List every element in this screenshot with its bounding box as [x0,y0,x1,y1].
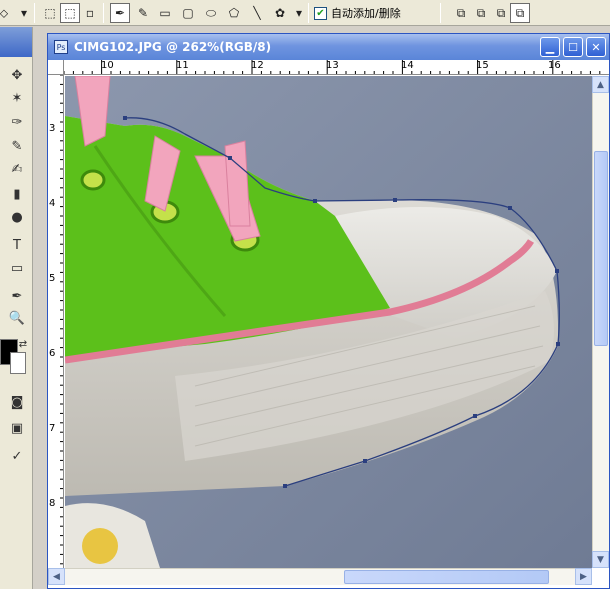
rectangle-shape-icon[interactable]: ▭ [6,257,28,279]
ruler-label: 12 [251,60,264,71]
image-canvas[interactable] [65,76,592,568]
add-to-area-icon[interactable]: ⧉ [451,3,471,23]
options-bar: ⬦ ▾ ⬚ ⬚ ▫ ✒ ✎ ▭ ▢ ⬭ ⬠ ╲ ✿ ▾ ✔ 自动添加/删除 ⧉ … [0,0,610,26]
horizontal-ruler[interactable]: 10 11 12 13 14 15 16 [64,60,609,75]
horizontal-scroll-thumb[interactable] [344,570,549,584]
ruler-label: 4 [49,198,56,209]
brush-icon[interactable]: ✎ [6,135,28,157]
scroll-up-icon[interactable]: ▲ [592,76,609,93]
ruler-label: 6 [49,348,56,359]
ruler-label: 13 [326,60,339,71]
ruler-label: 16 [548,60,561,71]
dropdown-arrow-icon[interactable]: ▾ [14,3,34,23]
ruler-label: 8 [49,498,56,509]
document-title-bar[interactable]: Ps CIMG102.JPG @ 262%(RGB/8) ▁ ☐ ✕ [48,34,609,60]
rectangle-icon[interactable]: ▭ [155,3,175,23]
shape-layers-icon[interactable]: ⬚ [40,3,60,23]
rounded-rectangle-icon[interactable]: ▢ [178,3,198,23]
sneaker-photo [65,76,592,568]
horizontal-scrollbar[interactable]: ◀ ▶ [48,568,592,585]
scroll-down-icon[interactable]: ▼ [592,551,609,568]
scroll-right-icon[interactable]: ▶ [575,568,592,585]
zoom-icon[interactable]: 🔍 [6,307,28,329]
move-tool-icon[interactable]: ✥ [6,64,28,86]
tools-panel: ✥ ✶ ✑ ✎ ✍ ▮ ● T ▭ ✒ 🔍 ⇄ ◙ ▣ ✓ [0,27,33,589]
ruler-label: 11 [176,60,189,71]
gradient-icon[interactable]: ▮ [6,183,28,205]
subtract-area-icon[interactable]: ⧉ [471,3,491,23]
scroll-left-icon[interactable]: ◀ [48,568,65,585]
tools-panel-header [0,27,32,57]
vertical-scrollbar[interactable]: ▲ ▼ [592,76,609,568]
freeform-pen-icon[interactable]: ✎ [133,3,153,23]
paths-icon[interactable]: ⬚ [60,3,80,23]
magic-wand-icon[interactable]: ✶ [6,87,28,109]
background-color-swatch[interactable] [10,352,26,374]
document-window: Ps CIMG102.JPG @ 262%(RGB/8) ▁ ☐ ✕ 10 11… [47,33,610,589]
close-icon[interactable]: ✕ [586,37,606,57]
auto-add-delete-checkbox[interactable]: ✔ 自动添加/删除 [314,5,401,21]
ruler-label: 14 [401,60,414,71]
dropdown-arrow-icon[interactable]: ▾ [289,3,309,23]
ruler-label: 7 [49,423,56,434]
ruler-label: 3 [49,123,56,134]
swap-colors-icon[interactable]: ⇄ [12,333,34,355]
quick-mask-icon[interactable]: ◙ [6,391,28,413]
ruler-label: 15 [476,60,489,71]
minimize-icon[interactable]: ▁ [540,37,560,57]
maximize-icon[interactable]: ☐ [563,37,583,57]
pen-icon[interactable]: ✒ [110,3,130,23]
ellipse-icon[interactable]: ⬭ [201,3,221,23]
history-brush-icon[interactable]: ✍ [6,158,28,180]
ruler-label: 10 [101,60,114,71]
auto-add-delete-label: 自动添加/删除 [331,7,401,20]
ruler-label: 5 [49,273,56,284]
healing-brush-icon[interactable]: ✑ [6,111,28,133]
intersect-area-icon[interactable]: ⧉ [491,3,511,23]
vertical-ruler[interactable]: 3 4 5 6 7 8 [48,75,64,568]
custom-shape-icon[interactable]: ✿ [270,3,290,23]
vertical-scroll-thumb[interactable] [594,151,608,346]
polygon-icon[interactable]: ⬠ [224,3,244,23]
document-icon: Ps [54,40,68,54]
dodge-icon[interactable]: ● [6,206,28,228]
tool-preset-picker-icon[interactable]: ⬦ [0,3,14,23]
eyedropper-icon[interactable]: ✒ [6,285,28,307]
screen-mode-icon[interactable]: ▣ [6,417,28,439]
ruler-origin[interactable] [48,60,64,75]
document-title: CIMG102.JPG @ 262%(RGB/8) [74,40,272,54]
checkbox-check-icon[interactable]: ✔ [314,6,327,20]
type-icon[interactable]: T [6,234,28,256]
exclude-overlap-icon[interactable]: ⧉ [510,3,530,23]
line-icon[interactable]: ╲ [247,3,267,23]
fill-pixels-icon[interactable]: ▫ [80,3,100,23]
jump-to-imageready-icon[interactable]: ✓ [6,445,28,467]
